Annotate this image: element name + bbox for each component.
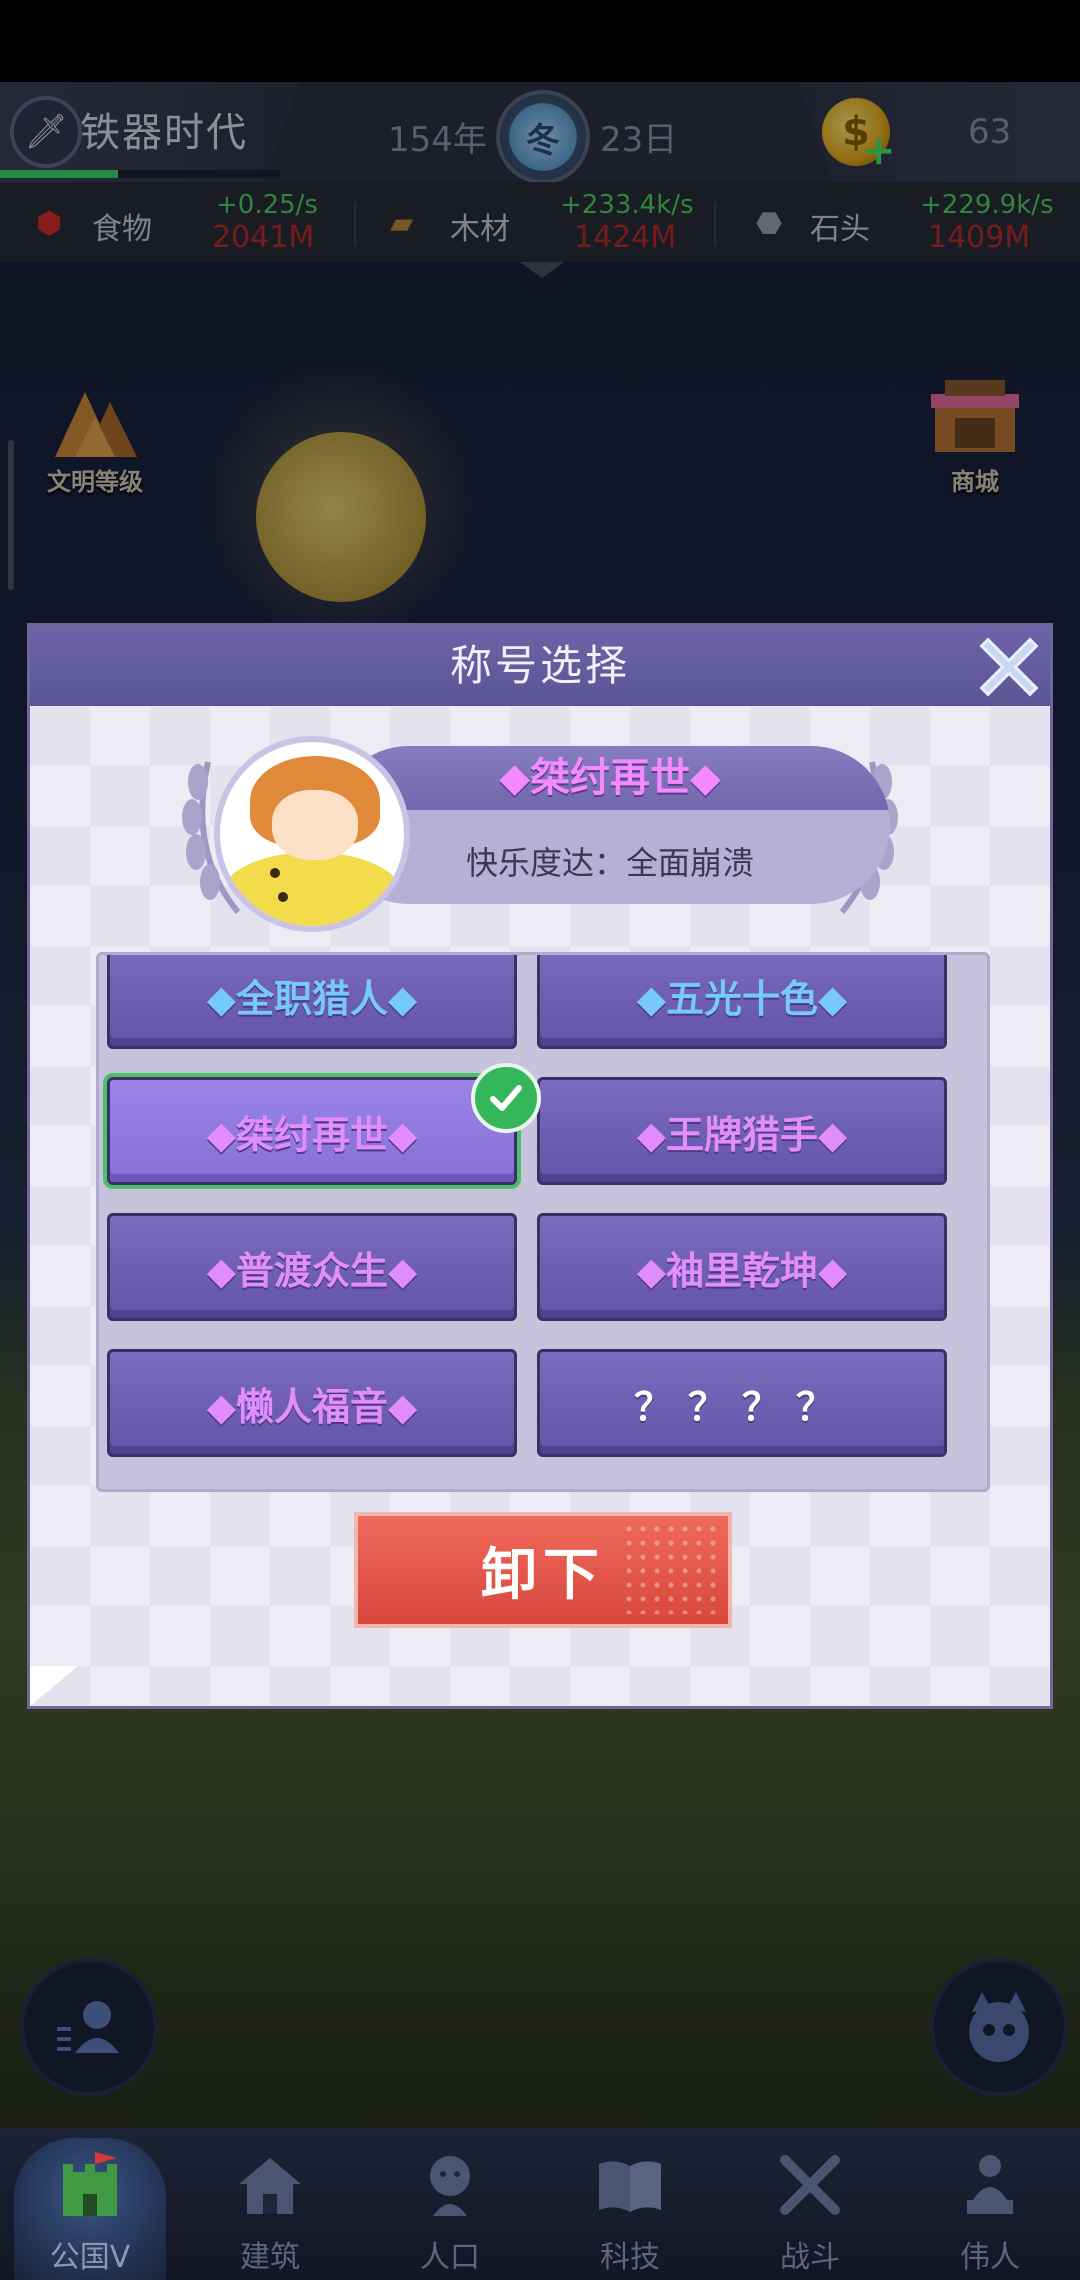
avatar <box>214 736 410 932</box>
avatar-button-detail <box>278 892 288 902</box>
title-option-locked[interactable]: ？？？？ <box>537 1349 947 1457</box>
nav-item-great-people[interactable]: 伟人 <box>915 2128 1065 2280</box>
book-icon <box>595 2150 665 2220</box>
title-grid[interactable]: ◆全职猎人◆ ◆五光十色◆ ◆桀纣再世◆ ◆王牌猎手◆ ◆普渡众生◆ ◆袖里乾坤… <box>96 952 990 1492</box>
nav-item-population[interactable]: 人口 <box>375 2128 525 2280</box>
nav-label: 伟人 <box>960 2240 1020 2275</box>
title-option-label: ◆桀纣再世◆ <box>206 1112 418 1157</box>
title-option[interactable]: ◆袖里乾坤◆ <box>537 1213 947 1321</box>
nav-item-battle[interactable]: 战斗 <box>735 2128 885 2280</box>
person-icon <box>415 2150 485 2220</box>
close-icon <box>979 637 1039 697</box>
title-selection-dialog: 称号选择 ◆桀纣再世◆ 快乐度达：全面崩溃 ◆全职猎人◆ ◆五光十色◆ ◆桀纣再… <box>30 626 1050 1706</box>
title-option-label: ◆王牌猎手◆ <box>636 1112 848 1157</box>
nav-item-technology[interactable]: 科技 <box>555 2128 705 2280</box>
statue-icon <box>955 2150 1025 2220</box>
happiness-status: 快乐度达：全面崩溃 <box>465 844 754 882</box>
avatar-button-detail <box>270 868 280 878</box>
title-option-label: ◆懒人福音◆ <box>206 1384 418 1429</box>
corner-decoration <box>30 1666 78 1706</box>
title-option[interactable]: ◆全职猎人◆ <box>107 955 517 1049</box>
close-button[interactable] <box>974 632 1044 702</box>
title-option-label: ◆五光十色◆ <box>636 976 848 1021</box>
title-option[interactable]: ◆王牌猎手◆ <box>537 1077 947 1185</box>
nav-item-building[interactable]: 建筑 <box>195 2128 345 2280</box>
title-option-selected[interactable]: ◆桀纣再世◆ <box>107 1077 517 1185</box>
unequip-label: 卸下 <box>481 1542 605 1608</box>
nav-label: 科技 <box>600 2240 660 2275</box>
swords-icon <box>775 2150 845 2220</box>
current-title: ◆桀纣再世◆ <box>499 755 721 801</box>
title-option-label: ？？？？ <box>633 1384 850 1429</box>
nav-item-principality[interactable]: 公国V <box>15 2128 165 2280</box>
nav-label: 公国V <box>49 2240 131 2275</box>
title-option-label: ◆普渡众生◆ <box>206 1248 418 1293</box>
title-option[interactable]: ◆普渡众生◆ <box>107 1213 517 1321</box>
button-dot-pattern <box>622 1522 722 1614</box>
castle-icon <box>55 2150 125 2220</box>
house-icon <box>235 2150 305 2220</box>
nav-label: 战斗 <box>780 2240 840 2275</box>
title-option-label: ◆袖里乾坤◆ <box>636 1248 848 1293</box>
title-option[interactable]: ◆五光十色◆ <box>537 955 947 1049</box>
status-bar <box>0 0 1080 82</box>
title-option[interactable]: ◆懒人福音◆ <box>107 1349 517 1457</box>
avatar-body <box>220 852 404 926</box>
check-icon <box>471 1063 541 1133</box>
unequip-button[interactable]: 卸下 <box>354 1512 732 1628</box>
avatar-face <box>272 790 358 860</box>
dialog-title: 称号选择 <box>449 641 630 690</box>
current-title-banner: ◆桀纣再世◆ 快乐度达：全面崩溃 <box>330 746 890 904</box>
nav-label: 人口 <box>420 2240 480 2275</box>
title-option-label: ◆全职猎人◆ <box>206 976 418 1021</box>
nav-label: 建筑 <box>240 2240 300 2275</box>
